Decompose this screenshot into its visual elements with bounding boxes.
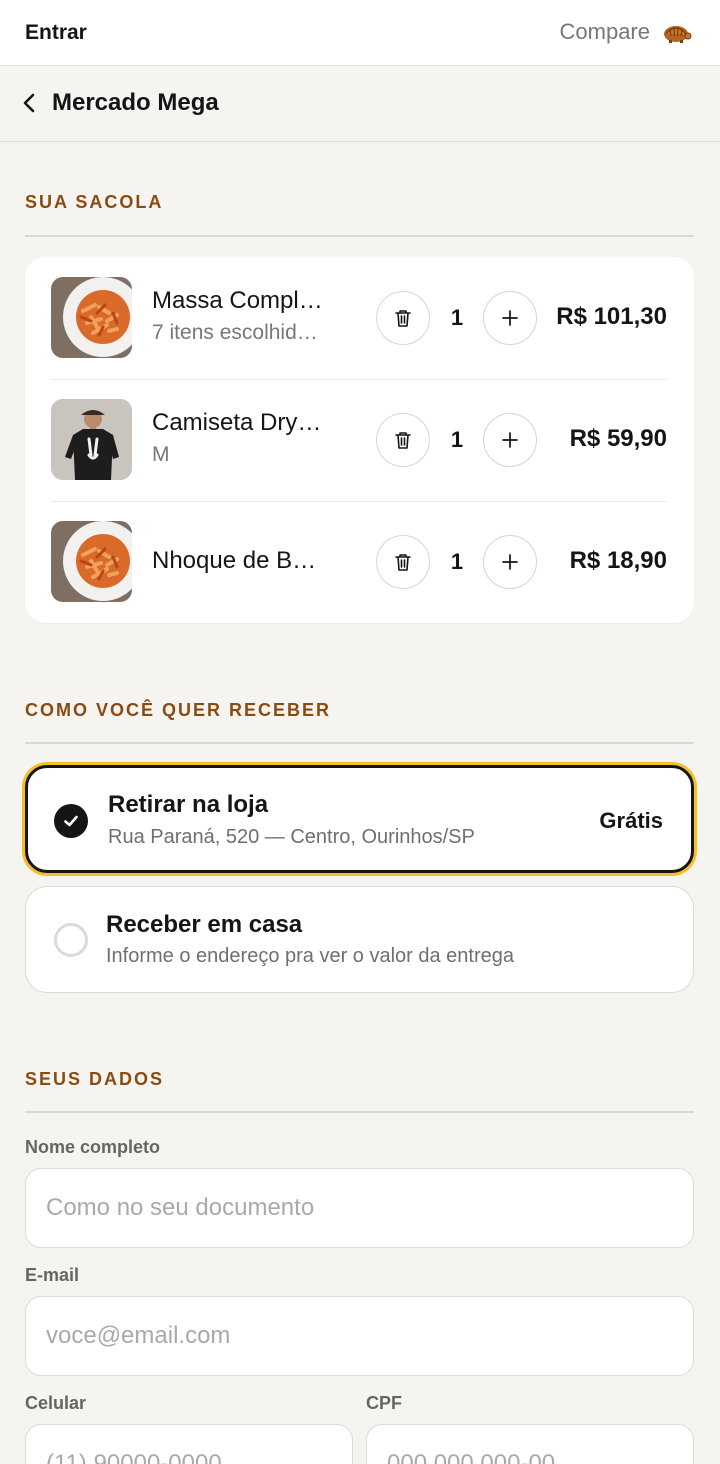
item-name: Nhoque de B… [152, 547, 317, 574]
name-label: Nome completo [25, 1137, 161, 1157]
home-delivery-option[interactable]: Receber em casa Informe o endereço pra v… [25, 886, 694, 993]
full-name-input[interactable] [25, 1168, 694, 1248]
email-input[interactable] [25, 1296, 694, 1376]
pickup-option[interactable]: Retirar na loja Rua Paraná, 520 — Centro… [25, 765, 694, 873]
cpf-input[interactable] [366, 1424, 694, 1464]
option-title: Retirar na loja [108, 791, 269, 818]
top-bar: Entrar Compare [0, 0, 720, 66]
item-quantity: 1 [450, 549, 464, 574]
store-header: Mercado Mega [0, 67, 720, 142]
personal-section-title: SEUS DADOS [25, 1069, 165, 1089]
remove-item-button[interactable] [376, 413, 430, 467]
check-icon [64, 815, 78, 827]
delivery-section-title: COMO VOCÊ QUER RECEBER [25, 700, 332, 720]
cpf-label: CPF [366, 1393, 402, 1413]
phone-label: Celular [25, 1393, 87, 1413]
divider [25, 1111, 694, 1113]
item-price: R$ 101,30 [556, 303, 667, 330]
increase-quantity-button[interactable] [483, 413, 537, 467]
item-quantity: 1 [450, 305, 464, 330]
divider [25, 742, 694, 744]
compare-label: Compare [559, 19, 650, 44]
plus-icon [502, 554, 518, 570]
back-arrow-icon[interactable] [18, 91, 42, 115]
divider [25, 235, 694, 237]
radio-unselected [54, 923, 88, 957]
item-price: R$ 18,90 [569, 547, 667, 574]
plus-icon [502, 432, 518, 448]
product-image [51, 277, 132, 358]
remove-item-button[interactable] [376, 291, 430, 345]
cart-item: Nhoque de B… 1 R$ 18,90 [51, 501, 667, 623]
item-name: Camiseta Dry… [152, 409, 322, 436]
store-name: Mercado Mega [52, 89, 219, 116]
phone-input[interactable] [25, 1424, 353, 1464]
option-title: Receber em casa [106, 911, 303, 938]
option-price: Grátis [599, 808, 663, 833]
cart-item: Massa Compl… 7 itens escolhid… 1 R$ 101,… [51, 257, 667, 379]
item-quantity: 1 [450, 427, 464, 452]
email-label: E-mail [25, 1265, 80, 1285]
trash-icon [395, 432, 411, 449]
product-image [51, 399, 132, 480]
compare-link[interactable]: Compare [560, 19, 692, 45]
increase-quantity-button[interactable] [483, 535, 537, 589]
radio-selected [54, 804, 88, 838]
plus-icon [502, 310, 518, 326]
product-image [51, 521, 132, 602]
increase-quantity-button[interactable] [483, 291, 537, 345]
remove-item-button[interactable] [376, 535, 430, 589]
item-price: R$ 59,90 [569, 425, 667, 452]
cart-item: Camiseta Dry… M 1 R$ 59,90 [51, 379, 667, 501]
trash-icon [395, 554, 411, 571]
option-subtitle: Rua Paraná, 520 — Centro, Ourinhos/SP [108, 826, 475, 848]
login-link[interactable]: Entrar [25, 21, 87, 45]
cart-card: Massa Compl… 7 itens escolhid… 1 R$ 101,… [25, 257, 694, 623]
armadillo-icon [664, 26, 692, 43]
item-detail: 7 itens escolhid… [152, 321, 318, 344]
bag-section-title: SUA SACOLA [25, 192, 164, 212]
item-detail: M [152, 443, 170, 466]
trash-icon [395, 310, 411, 327]
item-name: Massa Compl… [152, 287, 323, 314]
option-subtitle: Informe o endereço pra ver o valor da en… [106, 945, 515, 967]
